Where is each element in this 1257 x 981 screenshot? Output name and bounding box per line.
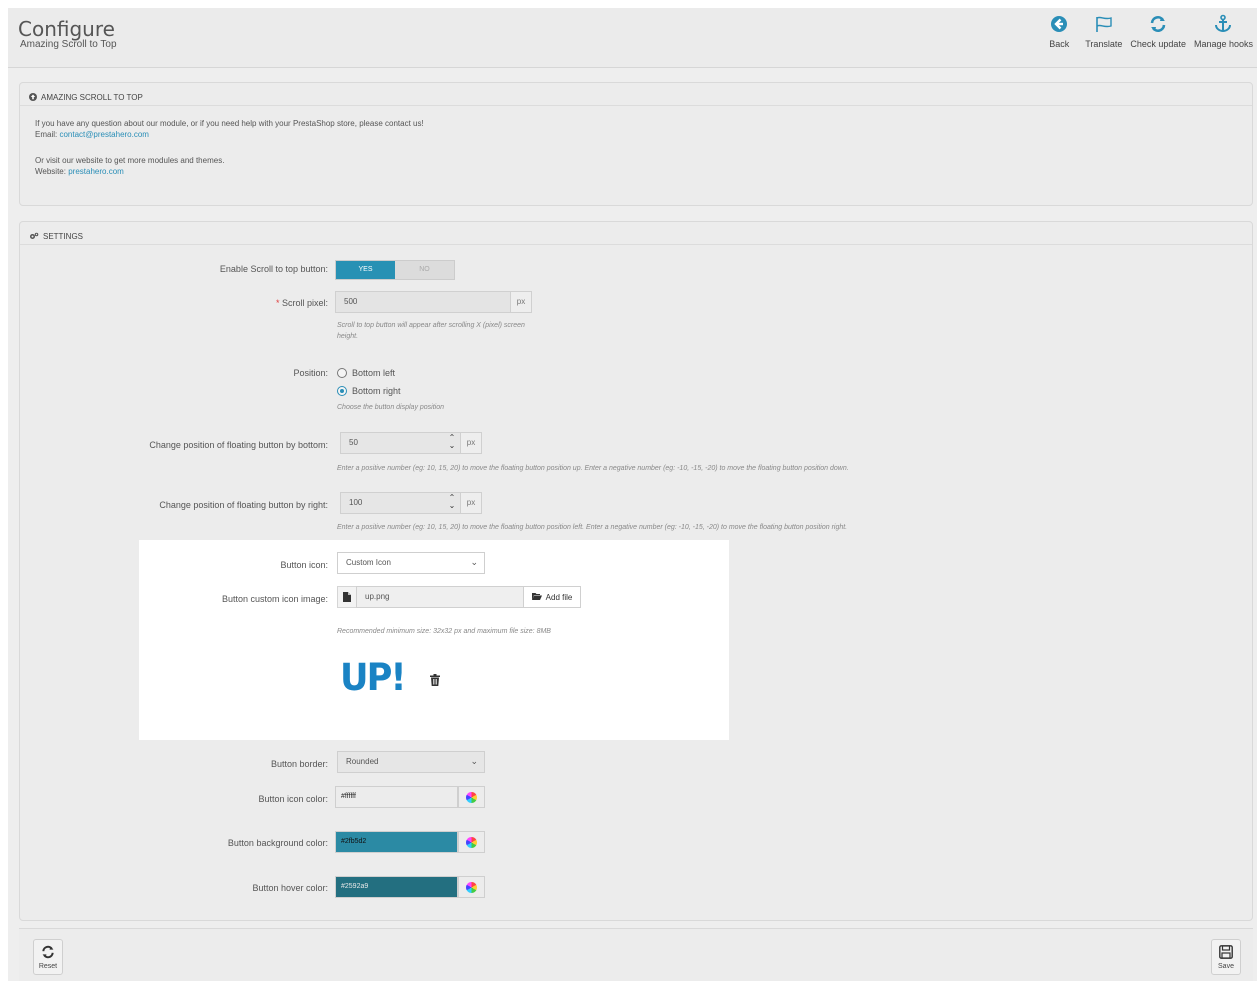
spinner-icon[interactable]: ⌃ ⌄: [446, 434, 458, 452]
email-line: Email: contact@prestahero.com: [35, 129, 1252, 140]
page-title: Configure: [18, 17, 115, 41]
position-bottom-right[interactable]: Bottom right: [337, 386, 401, 396]
manage-hooks-button[interactable]: Manage hooks: [1190, 12, 1257, 49]
right-offset-help: Enter a positive number (eg: 10, 15, 20)…: [337, 524, 848, 531]
translate-button[interactable]: Translate: [1081, 12, 1126, 49]
color-wheel-icon: [466, 836, 477, 848]
icon-preview: UP!: [340, 656, 407, 699]
refresh-icon: [1146, 12, 1170, 36]
info-panel: AMAZING SCROLL TO TOP If you have any qu…: [19, 82, 1253, 206]
right-offset-unit: px: [460, 492, 482, 514]
enable-switch[interactable]: YES NO: [335, 260, 455, 280]
trash-icon[interactable]: [430, 674, 440, 688]
reset-button[interactable]: Reset: [33, 939, 63, 975]
button-border-select[interactable]: Rounded ⌄: [337, 751, 485, 773]
arrow-circle-up-icon: [29, 92, 37, 103]
color-wheel-icon: [466, 791, 477, 803]
right-offset-label: Change position of floating button by ri…: [159, 500, 328, 510]
radio-checked-icon: [337, 386, 347, 396]
email-label: Email:: [35, 130, 58, 139]
icon-color-picker[interactable]: [458, 786, 485, 808]
panel-footer: Reset Save: [19, 928, 1253, 981]
position-right-text: Bottom right: [352, 386, 401, 396]
color-wheel-icon: [466, 881, 477, 893]
bottom-offset-label: Change position of floating button by bo…: [149, 440, 328, 450]
save-label: Save: [1218, 962, 1234, 970]
required-mark: *: [275, 298, 280, 308]
enable-no[interactable]: NO: [395, 261, 454, 279]
website-line: Website: prestahero.com: [35, 166, 1252, 177]
reset-label: Reset: [38, 962, 58, 970]
settings-title: SETTINGS: [43, 232, 84, 241]
bg-color-label: Button background color:: [227, 838, 328, 848]
scroll-pixel-input[interactable]: 500: [335, 291, 511, 313]
translate-label: Translate: [1085, 39, 1123, 49]
folder-open-icon: [531, 592, 542, 602]
button-border-label: Button border:: [270, 759, 328, 769]
info-panel-heading: AMAZING SCROLL TO TOP: [20, 83, 1252, 106]
custom-icon-filename[interactable]: up.png: [356, 586, 524, 608]
back-arrow-icon: [1047, 12, 1071, 36]
settings-heading: SETTINGS: [20, 222, 1252, 245]
page-frame: Configure Amazing Scroll to Top Back Tra…: [8, 8, 1257, 981]
enable-yes[interactable]: YES: [336, 261, 395, 279]
radio-icon: [337, 368, 347, 378]
position-help: Choose the button display position: [337, 404, 445, 411]
button-icon-select[interactable]: Custom Icon ⌄: [337, 552, 485, 574]
cogs-icon: [29, 232, 39, 242]
manage-hooks-label: Manage hooks: [1193, 39, 1253, 49]
custom-icon-help: Recommended minimum size: 32x32 px and m…: [337, 628, 551, 635]
flag-icon: [1092, 12, 1116, 36]
enable-label: Enable Scroll to top button:: [219, 264, 328, 274]
bottom-offset-input[interactable]: 50 ⌃ ⌄: [340, 432, 461, 454]
check-update-label: Check update: [1130, 39, 1186, 49]
add-file-button[interactable]: Add file: [523, 586, 581, 608]
scroll-pixel-unit: px: [510, 291, 532, 313]
position-bottom-left[interactable]: Bottom left: [337, 368, 395, 378]
bg-color-input[interactable]: #2fb5d2: [335, 831, 458, 853]
info-panel-title: AMAZING SCROLL TO TOP: [41, 93, 143, 102]
refresh-icon: [40, 945, 56, 961]
page-subtitle: Amazing Scroll to Top: [20, 39, 117, 50]
save-button[interactable]: Save: [1211, 939, 1241, 975]
position-left-text: Bottom left: [352, 368, 396, 378]
info-panel-body: If you have any question about our modul…: [20, 106, 1252, 177]
check-update-button[interactable]: Check update: [1126, 12, 1190, 49]
spinner-icon[interactable]: ⌃ ⌄: [446, 494, 458, 512]
page-header: Configure Amazing Scroll to Top Back Tra…: [8, 8, 1257, 68]
toolbar: Back Translate Check update Manage hooks: [1037, 12, 1257, 49]
custom-icon-label: Button custom icon image:: [221, 594, 328, 604]
floppy-disk-icon: [1219, 944, 1233, 961]
button-border-value: Rounded: [346, 757, 379, 766]
scroll-pixel-label: * Scroll pixel:: [8, 298, 328, 308]
right-offset-input[interactable]: 100 ⌃ ⌄: [340, 492, 461, 514]
chevron-down-icon: ⌄: [470, 756, 478, 766]
back-label: Back: [1049, 39, 1070, 49]
hover-color-input[interactable]: #2592a9: [335, 876, 458, 898]
visit-text: Or visit our website to get more modules…: [35, 156, 225, 165]
position-label: Position:: [293, 368, 328, 378]
contact-text: If you have any question about our modul…: [35, 119, 424, 128]
bottom-offset-help: Enter a positive number (eg: 10, 15, 20)…: [337, 465, 849, 472]
scroll-pixel-help: Scroll to top button will appear after s…: [337, 322, 525, 340]
email-link[interactable]: contact@prestahero.com: [59, 130, 149, 139]
button-icon-value: Custom Icon: [346, 558, 391, 567]
icon-color-input[interactable]: #ffffff: [335, 786, 458, 808]
back-button[interactable]: Back: [1037, 12, 1081, 49]
right-offset-value: 100: [349, 498, 363, 507]
bottom-offset-value: 50: [349, 438, 358, 447]
bottom-offset-unit: px: [460, 432, 482, 454]
add-file-label: Add file: [545, 592, 573, 602]
chevron-down-icon: ⌄: [470, 557, 478, 567]
button-icon-label: Button icon:: [280, 560, 328, 570]
anchor-icon: [1211, 12, 1235, 36]
bg-color-picker[interactable]: [458, 831, 485, 853]
website-label: Website:: [35, 167, 66, 176]
file-icon: [337, 586, 357, 608]
hover-color-picker[interactable]: [458, 876, 485, 898]
hover-color-label: Button hover color:: [252, 883, 328, 893]
icon-color-label: Button icon color:: [258, 794, 328, 804]
website-link[interactable]: prestahero.com: [68, 167, 124, 176]
scroll-pixel-label-text: Scroll pixel:: [281, 298, 328, 308]
